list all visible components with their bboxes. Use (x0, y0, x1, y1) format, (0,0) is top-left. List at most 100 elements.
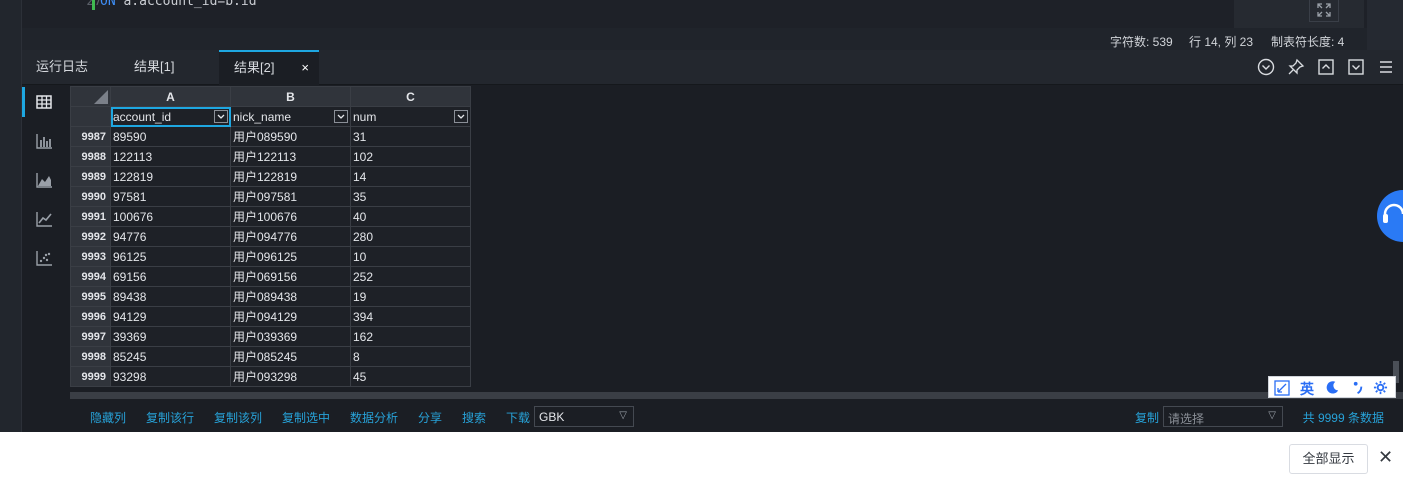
moon-icon[interactable] (1325, 380, 1340, 395)
cell-nick-name[interactable]: 用户097581 (230, 186, 351, 207)
cell-account-id[interactable]: 89438 (110, 286, 231, 307)
cell-account-id[interactable]: 96125 (110, 246, 231, 267)
table-row[interactable]: 9998 85245 用户085245 8 (70, 346, 471, 367)
cell-nick-name[interactable]: 用户096125 (230, 246, 351, 267)
cell-num[interactable]: 35 (350, 186, 471, 207)
column-letter[interactable]: B (230, 86, 351, 107)
code-editor[interactable]: 27 ON a.account_id=b.id (22, 0, 1403, 50)
table-row[interactable]: 9992 94776 用户094776 280 (70, 226, 471, 247)
select-all-corner[interactable] (70, 86, 111, 107)
cell-nick-name[interactable]: 用户069156 (230, 266, 351, 287)
share-link[interactable]: 分享 (418, 409, 442, 426)
cell-nick-name[interactable]: 用户094776 (230, 226, 351, 247)
cell-nick-name[interactable]: 用户085245 (230, 346, 351, 367)
cell-num[interactable]: 10 (350, 246, 471, 267)
cell-num[interactable]: 162 (350, 326, 471, 347)
editor-scrollbar[interactable] (1367, 0, 1403, 50)
download-link[interactable]: 下载 (506, 409, 530, 426)
cell-nick-name[interactable]: 用户039369 (230, 326, 351, 347)
column-letter[interactable]: A (110, 86, 231, 107)
table-row[interactable]: 9988 122113 用户122113 102 (70, 146, 471, 167)
cell-num[interactable]: 8 (350, 346, 471, 367)
cell-num[interactable]: 45 (350, 366, 471, 387)
cell-num[interactable]: 252 (350, 266, 471, 287)
column-header-account-id[interactable]: account_id (110, 106, 231, 127)
copy-selected-link[interactable]: 复制选中 (282, 409, 330, 426)
expand-editor-button[interactable] (1309, 0, 1339, 22)
data-analysis-link[interactable]: 数据分析 (350, 409, 398, 426)
cell-account-id[interactable]: 97581 (110, 186, 231, 207)
horizontal-scrollbar[interactable] (70, 392, 1403, 399)
cell-account-id[interactable]: 122113 (110, 146, 231, 167)
tab-result-2[interactable]: 结果[2] × (219, 50, 319, 85)
hide-column-link[interactable]: 隐藏列 (90, 409, 126, 426)
table-row[interactable]: 9999 93298 用户093298 45 (70, 366, 471, 387)
cell-nick-name[interactable]: 用户093298 (230, 366, 351, 387)
table-view-icon[interactable] (34, 92, 54, 112)
ime-language-toggle[interactable]: 英 (1300, 379, 1314, 399)
cell-nick-name[interactable]: 用户122113 (230, 146, 351, 167)
menu-icon[interactable] (1377, 58, 1395, 76)
encoding-select[interactable]: GBK ▽ (534, 406, 634, 427)
close-icon[interactable]: ✕ (1378, 447, 1393, 467)
scatter-chart-icon[interactable] (34, 248, 54, 268)
line-chart-icon[interactable] (34, 209, 54, 229)
code-line[interactable]: ON a.account_id=b.id (100, 0, 257, 9)
table-row[interactable]: 9993 96125 用户096125 10 (70, 246, 471, 267)
area-chart-icon[interactable] (34, 170, 54, 190)
show-all-button[interactable]: 全部显示 (1289, 444, 1368, 474)
filter-dropdown-icon[interactable] (454, 110, 468, 123)
cell-nick-name[interactable]: 用户089590 (230, 126, 351, 147)
cell-account-id[interactable]: 93298 (110, 366, 231, 387)
cell-num[interactable]: 394 (350, 306, 471, 327)
close-icon[interactable]: × (301, 52, 309, 83)
cell-nick-name[interactable]: 用户094129 (230, 306, 351, 327)
assistant-float-button[interactable] (1377, 190, 1403, 242)
maximize-icon[interactable] (1317, 58, 1335, 76)
table-row[interactable]: 9990 97581 用户097581 35 (70, 186, 471, 207)
cell-account-id[interactable]: 100676 (110, 206, 231, 227)
cell-num[interactable]: 102 (350, 146, 471, 167)
cell-num[interactable]: 40 (350, 206, 471, 227)
tab-result-1[interactable]: 结果[1] (120, 50, 218, 85)
column-letter[interactable]: C (350, 86, 471, 107)
table-row[interactable]: 9995 89438 用户089438 19 (70, 286, 471, 307)
cell-account-id[interactable]: 122819 (110, 166, 231, 187)
cell-account-id[interactable]: 94776 (110, 226, 231, 247)
table-row[interactable]: 9987 89590 用户089590 31 (70, 126, 471, 147)
search-link[interactable]: 搜索 (462, 409, 486, 426)
cell-num[interactable]: 19 (350, 286, 471, 307)
column-header-nick-name[interactable]: nick_name (230, 106, 351, 127)
copy-format-select[interactable]: 请选择 ▽ (1163, 406, 1283, 427)
cell-num[interactable]: 14 (350, 166, 471, 187)
table-row[interactable]: 9989 122819 用户122819 14 (70, 166, 471, 187)
table-row[interactable]: 9996 94129 用户094129 394 (70, 306, 471, 327)
table-row[interactable]: 9997 39369 用户039369 162 (70, 326, 471, 347)
cell-num[interactable]: 31 (350, 126, 471, 147)
copy-row-link[interactable]: 复制该行 (146, 409, 194, 426)
copy-column-link[interactable]: 复制该列 (214, 409, 262, 426)
filter-dropdown-icon[interactable] (334, 110, 348, 123)
cell-nick-name[interactable]: 用户122819 (230, 166, 351, 187)
pin-icon[interactable] (1287, 58, 1305, 76)
ime-toolbar[interactable]: 英 (1268, 376, 1396, 398)
cell-num[interactable]: 280 (350, 226, 471, 247)
chevron-down-circle-icon[interactable] (1257, 58, 1275, 76)
minimize-icon[interactable] (1347, 58, 1365, 76)
cell-nick-name[interactable]: 用户100676 (230, 206, 351, 227)
bar-chart-icon[interactable] (34, 131, 54, 151)
gear-icon[interactable] (1373, 380, 1388, 395)
cell-account-id[interactable]: 85245 (110, 346, 231, 367)
cell-nick-name[interactable]: 用户089438 (230, 286, 351, 307)
cell-account-id[interactable]: 89590 (110, 126, 231, 147)
resize-icon[interactable] (1274, 380, 1290, 396)
cell-account-id[interactable]: 39369 (110, 326, 231, 347)
cell-account-id[interactable]: 94129 (110, 306, 231, 327)
cell-account-id[interactable]: 69156 (110, 266, 231, 287)
punctuation-icon[interactable] (1351, 380, 1366, 395)
tab-run-log[interactable]: 运行日志 (22, 50, 118, 85)
table-row[interactable]: 9991 100676 用户100676 40 (70, 206, 471, 227)
filter-dropdown-icon[interactable] (214, 110, 228, 123)
column-header-num[interactable]: num (350, 106, 471, 127)
table-row[interactable]: 9994 69156 用户069156 252 (70, 266, 471, 287)
